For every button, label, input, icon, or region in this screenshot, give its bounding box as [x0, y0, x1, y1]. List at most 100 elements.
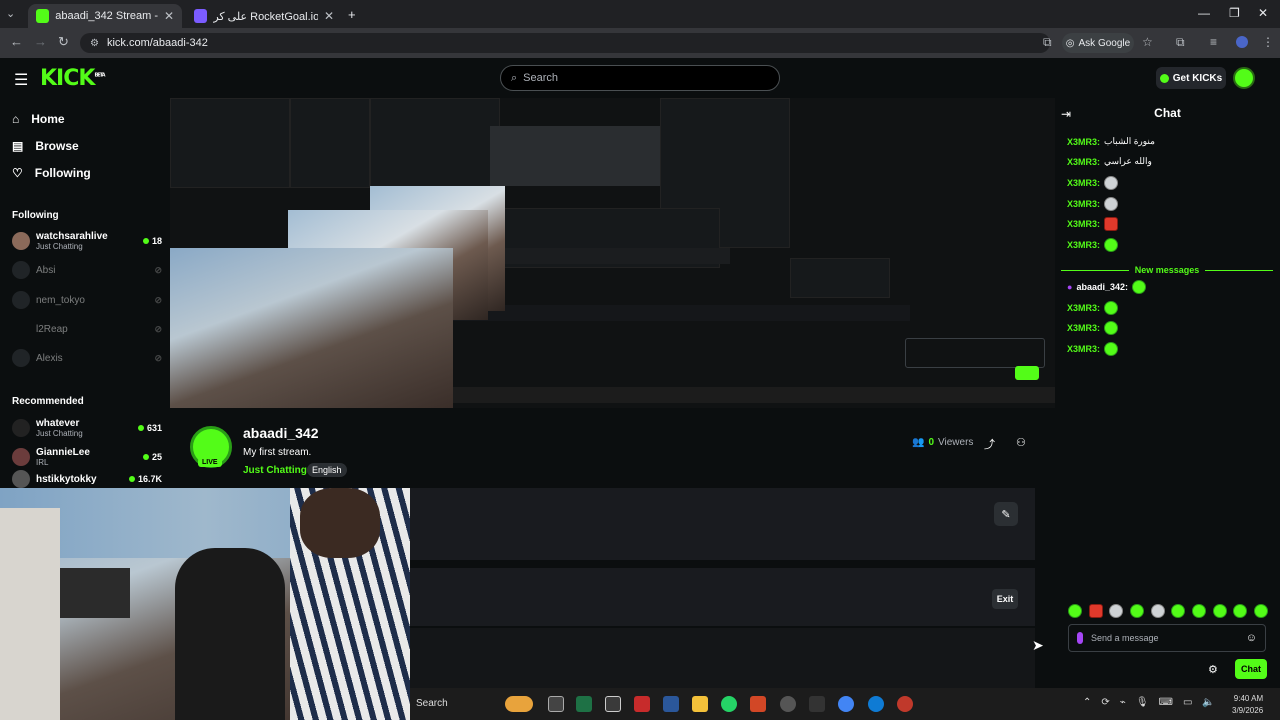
back-icon[interactable]: ← [10, 34, 23, 49]
chat-username[interactable]: X3MR3: [1067, 178, 1100, 188]
whatsapp-icon[interactable] [721, 696, 737, 712]
sidebar-nav-home[interactable]: ⌂ Home [12, 112, 65, 126]
chat-message-input[interactable]: Send a message ☺ [1068, 624, 1266, 652]
task-view-icon[interactable] [548, 696, 564, 712]
emote-icon[interactable] [1233, 604, 1248, 618]
video-player[interactable] [170, 98, 1055, 408]
following-item[interactable]: Alexis ⊘ [12, 345, 162, 371]
following-item[interactable]: l2Reap ⊘ [12, 316, 162, 342]
chat-username[interactable]: X3MR3: [1067, 219, 1100, 229]
chat-message: X3MR3: [1067, 321, 1119, 335]
file-explorer-icon[interactable] [692, 696, 708, 712]
new-tab-button[interactable]: + [348, 7, 356, 22]
kick-logo[interactable]: KICKBETA [40, 66, 106, 91]
add-user-icon[interactable]: ⚇ [1016, 436, 1026, 449]
pencil-icon: ✎ [1001, 508, 1011, 521]
store-icon[interactable] [605, 696, 621, 712]
settings-app-icon[interactable] [780, 696, 796, 712]
emote-icon[interactable] [1129, 604, 1144, 618]
chat-username[interactable]: X3MR3: [1067, 157, 1100, 167]
language-tag[interactable]: English [307, 463, 347, 477]
get-kicks-button[interactable]: Get KICKs [1156, 67, 1226, 89]
ask-google-button[interactable]: ◎ Ask Google [1062, 33, 1134, 53]
display-icon[interactable]: ▭ [1183, 697, 1192, 708]
recommended-item[interactable]: hstikkytokky 16.7K [12, 470, 162, 488]
emote-icon[interactable] [1150, 604, 1165, 618]
volume-icon[interactable]: 🔈 [1202, 697, 1214, 708]
profile-icon[interactable] [1236, 36, 1248, 48]
emote-icon[interactable] [1109, 604, 1124, 618]
widgets-icon[interactable] [505, 696, 533, 712]
emote-icon[interactable] [1253, 604, 1268, 618]
bookmark-star-icon[interactable]: ☆ [1142, 35, 1153, 49]
network-icon[interactable]: ⌁ [1120, 697, 1126, 708]
emoji-picker-icon[interactable]: ☺ [1246, 632, 1257, 644]
close-window-icon[interactable]: ✕ [1258, 6, 1268, 20]
emote-icon[interactable] [1212, 604, 1227, 618]
menu-dots-icon[interactable]: ⋮ [1262, 35, 1274, 49]
emote-icon[interactable] [1171, 604, 1186, 618]
chat-username[interactable]: X3MR3: [1067, 240, 1100, 250]
sidebar-nav-browse[interactable]: ▤ Browse [12, 139, 79, 153]
close-tab-icon[interactable]: ✕ [324, 9, 334, 23]
share-icon[interactable]: ⤴ [984, 436, 995, 452]
mic-icon[interactable] [1077, 632, 1083, 644]
emote-icon[interactable] [1191, 604, 1206, 618]
channel-name[interactable]: abaadi_342 [243, 425, 319, 441]
system-clock[interactable]: 9:40 AM 3/9/2026 [1232, 693, 1263, 717]
edit-button[interactable]: ✎ [994, 502, 1018, 526]
sidebar-nav-following[interactable]: ♡ Following [12, 166, 91, 180]
app-icon[interactable] [809, 696, 825, 712]
close-tab-icon[interactable]: ✕ [164, 9, 174, 23]
search-input[interactable]: ⌕ Search [500, 65, 780, 91]
tray-chevron-icon[interactable]: ⌃ [1083, 697, 1091, 708]
tab-kick[interactable]: abaadi_342 Stream - Watch Li ✕ [28, 4, 182, 28]
forward-icon[interactable]: → [34, 34, 47, 49]
emote-icon[interactable] [1068, 604, 1082, 618]
keyboard-icon[interactable]: ⌨ [1159, 697, 1173, 708]
recommended-item[interactable]: GiannieLee IRL 25 [12, 444, 162, 470]
address-bar[interactable]: ⚙ kick.com/abaadi-342 [80, 33, 1050, 53]
exit-button[interactable]: Exit [992, 589, 1018, 609]
tab-rocketgoal[interactable]: على كر RocketGoal.io ⚽ العب ✕ [186, 4, 342, 28]
chat-username[interactable]: X3MR3: [1067, 323, 1100, 333]
extensions-icon[interactable]: ⧉ [1176, 35, 1185, 50]
following-item[interactable]: nem_tokyo ⊘ [12, 287, 162, 313]
app-icon[interactable] [897, 696, 913, 712]
following-item[interactable]: Absi ⊘ [12, 257, 162, 283]
edge-icon[interactable] [868, 696, 884, 712]
hamburger-menu-icon[interactable]: ☰ [14, 70, 28, 90]
recommended-item[interactable]: whatever Just Chatting 631 [12, 415, 162, 441]
chat-username[interactable]: X3MR3: [1067, 303, 1100, 313]
microphone-icon[interactable]: 🎙 [1136, 697, 1149, 708]
chat-username[interactable]: abaadi_342: [1076, 282, 1128, 292]
minimize-icon[interactable]: — [1198, 6, 1210, 20]
chat-username[interactable]: X3MR3: [1067, 344, 1100, 354]
powerpoint-icon[interactable] [750, 696, 766, 712]
webcam-overlay [0, 488, 410, 720]
word-icon[interactable] [663, 696, 679, 712]
chat-settings-icon[interactable]: ⚙ [1208, 663, 1218, 676]
chat-username[interactable]: X3MR3: [1067, 199, 1100, 209]
user-avatar[interactable] [1233, 67, 1255, 89]
translate-icon[interactable]: ⧉ [1043, 35, 1052, 50]
media-controls-icon[interactable]: ≡ [1210, 35, 1217, 49]
chat-send-button[interactable]: Chat [1235, 659, 1267, 679]
reload-icon[interactable]: ↻ [58, 34, 69, 50]
tab-search-icon[interactable]: ⌄ [6, 7, 15, 20]
taskbar-search[interactable]: Search [416, 698, 448, 709]
emote-icon[interactable] [1088, 604, 1103, 618]
mic-badge-icon: ● [1067, 282, 1073, 292]
excel-icon[interactable] [576, 696, 592, 712]
chrome-icon[interactable] [838, 696, 854, 712]
nested-sidebar-ghost [170, 98, 290, 188]
clock-time: 9:40 AM [1233, 694, 1264, 703]
sync-icon[interactable]: ⟳ [1101, 697, 1109, 708]
category-link[interactable]: Just Chatting [243, 465, 307, 476]
site-info-icon[interactable]: ⚙ [90, 38, 99, 49]
following-item[interactable]: watchsarahlive Just Chatting 18 [12, 228, 162, 254]
chat-username[interactable]: X3MR3: [1067, 137, 1100, 147]
maximize-icon[interactable]: ❐ [1229, 6, 1240, 20]
channel-name: Alexis [36, 352, 63, 364]
pdf-icon[interactable] [634, 696, 650, 712]
